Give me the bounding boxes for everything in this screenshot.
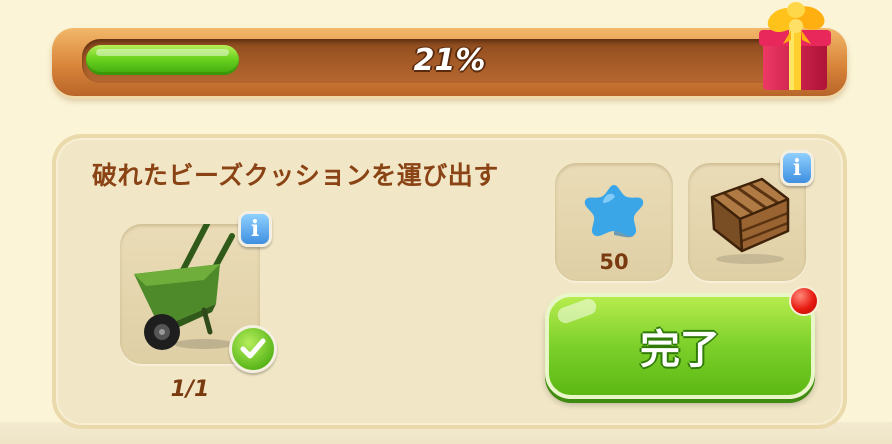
- task-title: 破れたビーズクッションを運び出す: [92, 161, 499, 190]
- required-item-count: 1/1: [170, 377, 210, 402]
- info-icon[interactable]: i: [780, 150, 814, 186]
- info-icon[interactable]: i: [238, 211, 272, 247]
- progress-track: 21%: [82, 39, 817, 83]
- gift-box-icon[interactable]: [755, 0, 841, 98]
- progress-percent-text: 21%: [413, 43, 486, 78]
- notification-dot: [789, 286, 819, 316]
- check-icon: [229, 325, 277, 373]
- complete-button-label: 完了: [640, 327, 720, 373]
- star-icon: [584, 185, 644, 238]
- complete-button[interactable]: 完了: [545, 293, 815, 399]
- progress-bar: 21%: [52, 28, 847, 96]
- reward-amount: 50: [599, 250, 629, 274]
